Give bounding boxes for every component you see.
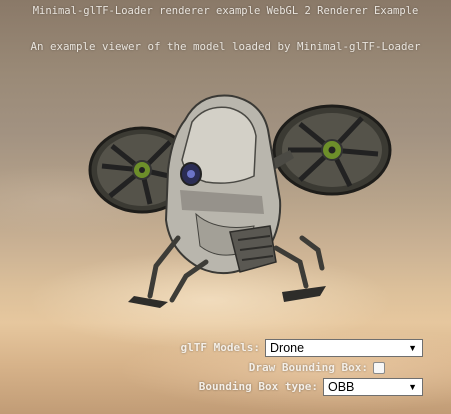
draw-bbox-label: Draw Bounding Box: bbox=[248, 361, 368, 374]
dropdown-arrow-icon: ▼ bbox=[408, 342, 417, 353]
drone-body bbox=[164, 94, 282, 275]
models-label: glTF Models: bbox=[180, 341, 260, 354]
page-title: Minimal-glTF-Loader renderer example Web… bbox=[32, 5, 419, 17]
webgl-canvas[interactable]: Minimal-glTF-Loader renderer example Web… bbox=[0, 0, 451, 414]
bbox-type-select[interactable]: OBB ▼ bbox=[323, 377, 423, 396]
dropdown-arrow-icon: ▼ bbox=[408, 381, 417, 392]
page-subtitle: An example viewer of the model loaded by… bbox=[30, 40, 421, 53]
models-row: glTF Models: Drone ▼ bbox=[181, 338, 423, 357]
right-rotor bbox=[272, 104, 392, 196]
draw-bbox-row: Draw Bounding Box: bbox=[181, 358, 423, 377]
models-selected-value: Drone bbox=[270, 340, 305, 355]
bbox-type-row: Bounding Box type: OBB ▼ bbox=[181, 377, 423, 396]
controls-panel: glTF Models: Drone ▼ Draw Bounding Box: … bbox=[181, 338, 423, 396]
bbox-type-selected-value: OBB bbox=[328, 379, 355, 394]
bbox-type-label: Bounding Box type: bbox=[198, 380, 318, 393]
models-select[interactable]: Drone ▼ bbox=[265, 338, 423, 357]
draw-bbox-checkbox[interactable] bbox=[373, 361, 385, 374]
